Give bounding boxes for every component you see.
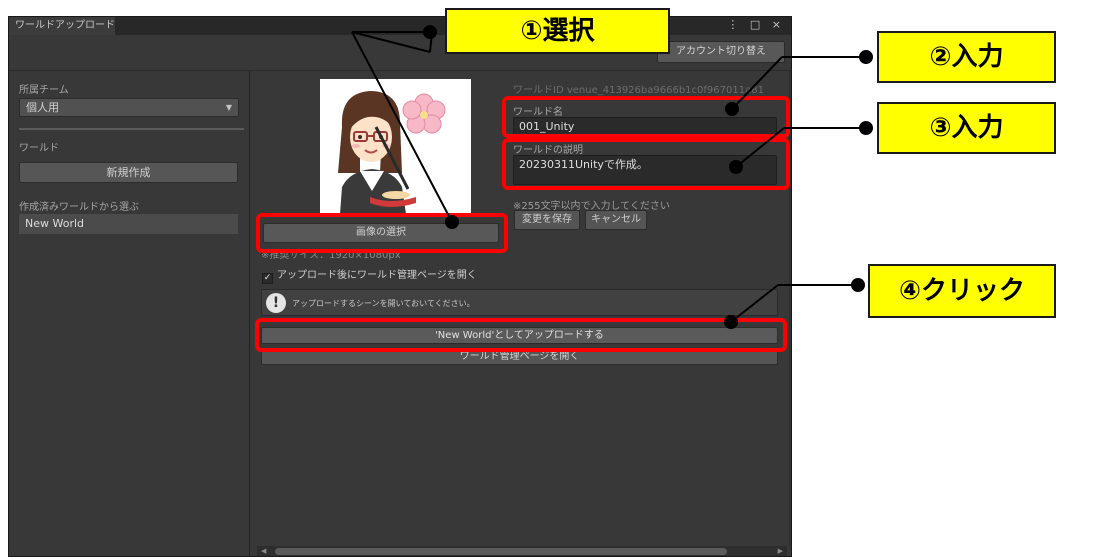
callout-step1-select: ①選択 [445, 8, 670, 54]
screenshot-stage: ワールドアップロード ⋮ □ × 所属チーム 個人用 ▼ ワールド 新規作成 作… [0, 0, 1110, 560]
callout-step3-input: ③入力 [877, 102, 1056, 154]
callout-step4-click: ④クリック [868, 264, 1056, 318]
callout-step2-input: ②入力 [877, 31, 1056, 83]
